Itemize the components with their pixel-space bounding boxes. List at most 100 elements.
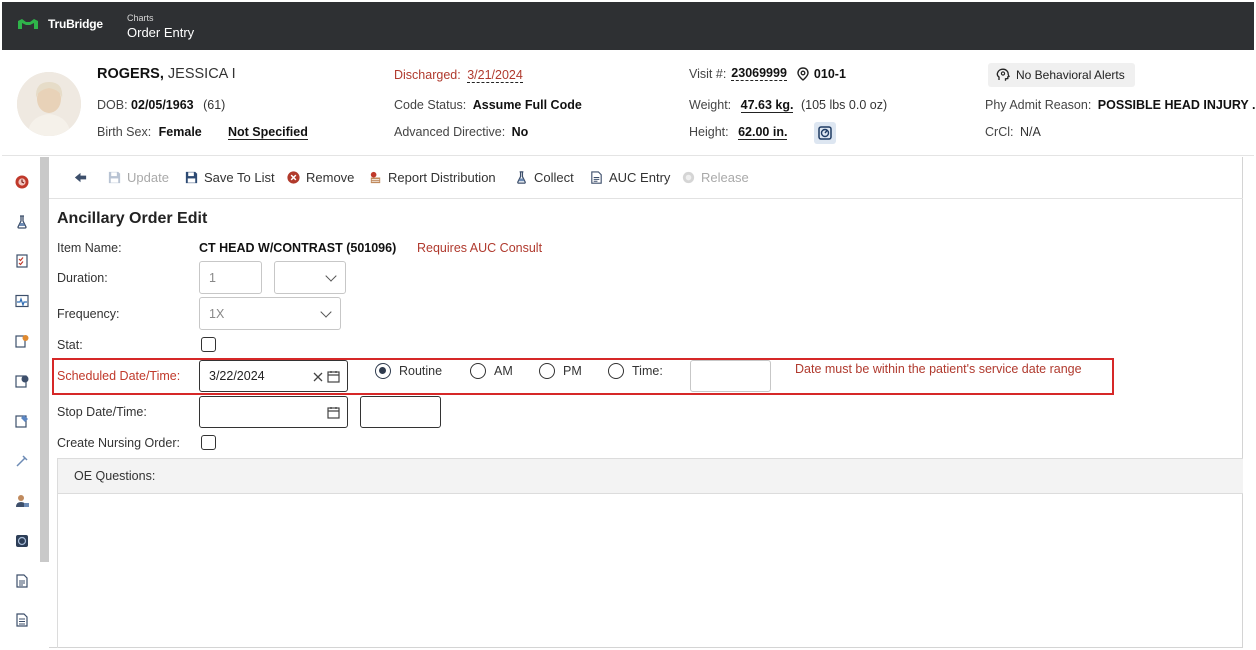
floppy-disk-icon: [185, 171, 198, 184]
scheduled-time-input[interactable]: [690, 360, 771, 392]
patient-banner: ROGERS, JESSICA I DOB: 02/05/1963 (61) B…: [2, 50, 1256, 156]
chevron-down-icon: [320, 305, 332, 318]
collect-button[interactable]: Collect: [514, 170, 574, 185]
brand-name: TruBridge: [48, 17, 103, 31]
radio-pm[interactable]: PM: [539, 363, 582, 379]
birth-sex-label: Birth Sex:: [97, 125, 152, 139]
discharged-date[interactable]: 3/21/2024: [467, 68, 523, 83]
birth-sex-row: Birth Sex: Female: [97, 125, 202, 139]
duration-unit-select[interactable]: [274, 261, 346, 294]
visit-row: Visit #: 23069999 010-1: [689, 66, 846, 81]
height-value[interactable]: 62.00 in.: [738, 125, 788, 140]
nursing-order-checkbox[interactable]: [201, 435, 216, 450]
radio-am[interactable]: AM: [470, 363, 513, 379]
phy-admit-reason-value[interactable]: POSSIBLE HEAD INJURY ...: [1098, 98, 1256, 112]
save-to-list-label: Save To List: [204, 170, 275, 185]
radio-routine[interactable]: Routine: [375, 363, 442, 379]
duration-label: Duration:: [57, 271, 108, 285]
birth-sex-value: Female: [158, 125, 202, 139]
patient-chart-icon[interactable]: [14, 373, 30, 389]
stop-date-input[interactable]: [199, 396, 348, 428]
radio-time[interactable]: Time:: [608, 363, 663, 379]
rail-scrollbar[interactable]: [40, 157, 49, 562]
scheduled-date-value: 3/22/2024: [209, 369, 265, 383]
back-button[interactable]: [73, 170, 88, 185]
date-range-error: Date must be within the patient's servic…: [795, 362, 1082, 376]
report-distribution-label: Report Distribution: [388, 170, 496, 185]
alert-clock-icon[interactable]: [14, 174, 30, 190]
behavioral-alerts-text: No Behavioral Alerts: [1016, 68, 1125, 82]
routine-label: Routine: [399, 364, 443, 378]
auc-entry-label: AUC Entry: [609, 170, 671, 185]
gender-identity[interactable]: Not Specified: [228, 125, 308, 140]
advanced-directive-row: Advanced Directive: No: [394, 125, 528, 139]
item-name-label: Item Name:: [57, 241, 122, 255]
discharged-row: Discharged: 3/21/2024: [394, 68, 523, 83]
stat-checkbox[interactable]: [201, 337, 216, 352]
phy-admit-reason-label: Phy Admit Reason:: [985, 98, 1092, 112]
clear-icon[interactable]: [312, 371, 324, 383]
release-button[interactable]: Release: [681, 170, 749, 185]
report-document-icon[interactable]: [14, 573, 30, 589]
code-status-label: Code Status:: [394, 98, 467, 112]
trubridge-logo-icon: [18, 19, 38, 29]
visit-label: Visit #:: [689, 66, 727, 81]
crcl-row: CrCl: N/A: [985, 125, 1041, 139]
form-title: Ancillary Order Edit: [57, 210, 208, 227]
patient-name: ROGERS, JESSICA I: [97, 66, 236, 82]
room-value: 010-1: [813, 66, 846, 81]
duration-input[interactable]: 1: [199, 261, 262, 294]
scheduled-date-label: Scheduled Date/Time:: [57, 369, 181, 383]
scheduled-date-input[interactable]: 3/22/2024: [199, 360, 348, 392]
medication-record-icon[interactable]: [14, 333, 30, 349]
calendar-icon[interactable]: [327, 370, 340, 383]
dob-row: DOB: 02/05/1963 (61): [97, 98, 225, 112]
checklist-icon[interactable]: [14, 253, 30, 269]
update-button[interactable]: Update: [107, 170, 169, 185]
weight-row: Weight: 47.63 kg. (105 lbs 0.0 oz): [689, 98, 887, 113]
imaging-scan-icon[interactable]: [14, 533, 30, 549]
code-status-value: Assume Full Code: [472, 98, 582, 112]
am-label: AM: [494, 364, 513, 378]
head-brain-icon: [996, 68, 1010, 81]
flask-icon[interactable]: [14, 214, 30, 230]
clinician-icon[interactable]: [14, 493, 30, 509]
advanced-directive-value: No: [511, 125, 529, 139]
dob-label: DOB:: [97, 98, 128, 112]
vitals-monitor-icon[interactable]: [14, 293, 30, 309]
pm-label: PM: [563, 364, 582, 378]
calendar-icon[interactable]: [327, 406, 340, 419]
remove-label: Remove: [306, 170, 355, 185]
measurement-history-button[interactable]: [814, 122, 836, 144]
visit-number[interactable]: 23069999: [731, 66, 787, 81]
time-label: Time:: [632, 364, 663, 378]
patient-last-name: ROGERS,: [97, 66, 164, 82]
frequency-select[interactable]: 1X: [199, 297, 341, 330]
report-distribution-button[interactable]: Report Distribution: [368, 170, 496, 185]
save-to-list-button[interactable]: Save To List: [184, 170, 275, 185]
gender-identity-value[interactable]: Not Specified: [228, 125, 308, 140]
remove-button[interactable]: Remove: [286, 170, 354, 185]
stop-time-input[interactable]: [360, 396, 441, 428]
location-pin-icon: [797, 66, 809, 81]
breadcrumb-parent[interactable]: Charts: [127, 13, 154, 23]
left-nav-rail: [2, 157, 40, 648]
behavioral-alerts-badge[interactable]: No Behavioral Alerts: [988, 63, 1135, 87]
height-label: Height:: [689, 125, 729, 139]
arrow-left-icon: [74, 172, 87, 183]
am-radio-button[interactable]: [470, 363, 486, 379]
nursing-order-label: Create Nursing Order:: [57, 436, 180, 450]
care-plan-icon[interactable]: [14, 413, 30, 429]
syringe-icon[interactable]: [14, 453, 30, 469]
flask-icon: [517, 171, 526, 184]
auc-consult-note[interactable]: Requires AUC Consult: [417, 241, 542, 255]
dob-value: 02/05/1963: [131, 98, 194, 112]
update-label: Update: [127, 170, 169, 185]
routine-radio-button[interactable]: [375, 363, 391, 379]
order-toolbar: Update Save To List Remove Report Distri…: [49, 157, 1243, 199]
pm-radio-button[interactable]: [539, 363, 555, 379]
notes-document-icon[interactable]: [14, 612, 30, 628]
weight-value[interactable]: 47.63 kg.: [740, 98, 794, 113]
auc-entry-button[interactable]: AUC Entry: [589, 170, 670, 185]
time-radio-button[interactable]: [608, 363, 624, 379]
